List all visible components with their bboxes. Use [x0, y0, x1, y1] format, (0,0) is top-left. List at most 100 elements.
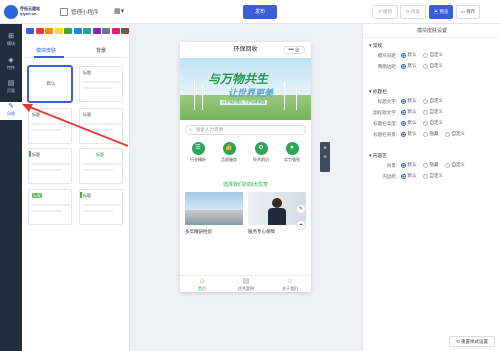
template-card[interactable]: 标题: [79, 148, 123, 184]
nav-modules[interactable]: ⊞ 模块: [0, 32, 22, 50]
tab-background[interactable]: 背景: [96, 47, 106, 54]
template-default[interactable]: 默认: [28, 66, 72, 102]
color-swatch[interactable]: [83, 28, 91, 34]
undo-button[interactable]: ⟲ 撤销: [372, 5, 398, 19]
zoom-out-button[interactable]: ⊖: [320, 154, 330, 159]
miniapp-icon: [60, 8, 68, 16]
edit-tool-icon[interactable]: ✎: [296, 204, 306, 214]
setting-label: 标题栏高度:: [373, 121, 397, 126]
capsule-icon: ••• ◎: [283, 46, 305, 54]
category-item[interactable]: ☰ 行业精析: [186, 142, 210, 163]
publish-button[interactable]: 发布: [243, 5, 277, 19]
tab-underline: [34, 56, 64, 58]
banner-headline: 与万物共生: [208, 72, 269, 86]
radio-icon: [401, 162, 406, 168]
radio-option[interactable]: 自定义: [423, 63, 443, 69]
template-card[interactable]: 标题: [79, 108, 123, 144]
page-icon: ▤: [7, 80, 15, 87]
grid-menu-icon[interactable]: ▦▾: [114, 7, 124, 15]
save-button[interactable]: ▭ 保存: [456, 5, 480, 19]
color-swatch[interactable]: [45, 28, 53, 34]
preview-button[interactable]: ▣ 预览: [429, 5, 453, 19]
settings-group-title[interactable]: ▾ 内容区: [369, 152, 387, 159]
cases-icon: ▤: [242, 278, 250, 285]
template-card[interactable]: 标题: [79, 189, 123, 225]
radio-icon: [401, 98, 406, 104]
radio-option[interactable]: 自定义: [423, 109, 443, 115]
color-swatch[interactable]: [64, 28, 72, 34]
radio-option[interactable]: 隐藏: [423, 131, 439, 137]
radio-option[interactable]: 自定义: [423, 173, 443, 179]
radio-option[interactable]: 默认: [401, 63, 417, 69]
plus-icon: ⊞: [8, 33, 14, 40]
banner-caption: 以环保的理念 守护地球家园: [220, 100, 267, 105]
setting-row: 两侧边距: 默认 自定义: [363, 63, 500, 72]
color-swatch[interactable]: [102, 28, 110, 34]
reset-style-button[interactable]: ⟲ 重置样式设置: [449, 336, 495, 347]
template-card[interactable]: 标题: [28, 189, 72, 225]
tab-about[interactable]: ☺ 关于我们: [268, 278, 312, 292]
tab-module-skin[interactable]: 模块皮肤: [36, 47, 56, 54]
gear-icon: ⚙: [254, 142, 268, 155]
app-type-selector[interactable]: 管理小程序: [60, 6, 99, 18]
logo-icon: [4, 5, 18, 19]
category-item[interactable]: 👍 品质服务: [217, 142, 241, 163]
panel-tabs: 模块皮肤 背景: [26, 44, 126, 58]
color-swatch[interactable]: [111, 28, 120, 34]
category-item[interactable]: ⚙ 技术前沿: [249, 142, 273, 163]
style-panel: 模块皮肤 背景 默认 标题 标题 标题 标题 标题 标题 标题: [22, 24, 139, 351]
radio-icon: [423, 63, 428, 69]
thumbs-up-icon: 👍: [222, 142, 236, 155]
radio-icon: [401, 120, 406, 126]
brand-logo[interactable]: 乔拓云建站 qiyun.cn: [4, 4, 50, 20]
nav-pages[interactable]: ▤ 页面: [0, 79, 22, 97]
redo-button[interactable]: ⟳ 恢复: [400, 5, 426, 19]
radio-option[interactable]: 默认: [401, 109, 417, 115]
phone-preview[interactable]: 环保回收 ••• ◎ 与万物共生 让世界更美 以环保的理念 守护地球家园 ⌕ 搜索…: [180, 42, 311, 292]
radio-option[interactable]: 自定义: [423, 120, 443, 126]
category-item[interactable]: ★ 实力强劲: [280, 142, 304, 163]
radio-icon: [401, 131, 406, 137]
color-swatch[interactable]: [92, 28, 101, 34]
tab-cases[interactable]: ▤ 优秀案例: [224, 278, 268, 292]
color-swatch[interactable]: [54, 28, 63, 34]
tab-home[interactable]: ⌂ 首页: [180, 278, 224, 292]
radio-option[interactable]: 默认: [401, 162, 417, 168]
radio-option[interactable]: 自定义: [423, 52, 443, 58]
feature-card[interactable]: 多年精研经验: [185, 192, 243, 235]
radio-option[interactable]: 默认: [401, 52, 417, 58]
radio-icon: [445, 162, 450, 168]
radio-option[interactable]: 默认: [401, 173, 417, 179]
radio-option[interactable]: 自定义: [445, 162, 465, 168]
template-card[interactable]: 标题: [28, 148, 72, 184]
radio-option[interactable]: 自定义: [445, 131, 465, 137]
radio-icon: [423, 109, 428, 115]
zoom-in-button[interactable]: ⊕: [320, 145, 330, 150]
settings-group-title[interactable]: ▾ 常规: [369, 42, 382, 49]
zoom-control[interactable]: ⊕ ⊖: [320, 142, 330, 172]
template-card[interactable]: 标题: [79, 66, 123, 102]
color-swatch[interactable]: [35, 28, 44, 34]
settings-group-title[interactable]: ▾ 标题栏: [369, 88, 387, 95]
banner-image[interactable]: 与万物共生 让世界更美 以环保的理念 守护地球家园: [180, 58, 311, 120]
banner-subheadline: 让世界更美: [228, 88, 274, 98]
link-tool-icon[interactable]: ⌖: [296, 220, 306, 230]
setting-row: 标题栏背景: 默认 隐藏 自定义: [363, 131, 500, 140]
radio-icon: [401, 173, 406, 179]
star-icon: ★: [285, 142, 299, 155]
turbine-icon: [194, 80, 196, 110]
radio-option[interactable]: 默认: [401, 98, 417, 104]
nav-controls[interactable]: ◈ 控件: [0, 56, 22, 74]
color-swatch[interactable]: [26, 28, 34, 34]
color-swatches: [26, 28, 139, 34]
radio-option[interactable]: 默认: [401, 120, 417, 126]
color-swatch[interactable]: [73, 28, 82, 34]
radio-option[interactable]: 自定义: [423, 98, 443, 104]
template-card[interactable]: 标题: [28, 108, 72, 144]
color-swatch[interactable]: [121, 28, 129, 34]
nav-style[interactable]: ✎ 风格: [0, 102, 22, 120]
radio-icon: [401, 109, 406, 115]
radio-option[interactable]: 默认: [401, 131, 417, 137]
search-input[interactable]: ⌕ 搜索人力资源: [185, 125, 306, 135]
radio-option[interactable]: 隐藏: [423, 162, 439, 168]
